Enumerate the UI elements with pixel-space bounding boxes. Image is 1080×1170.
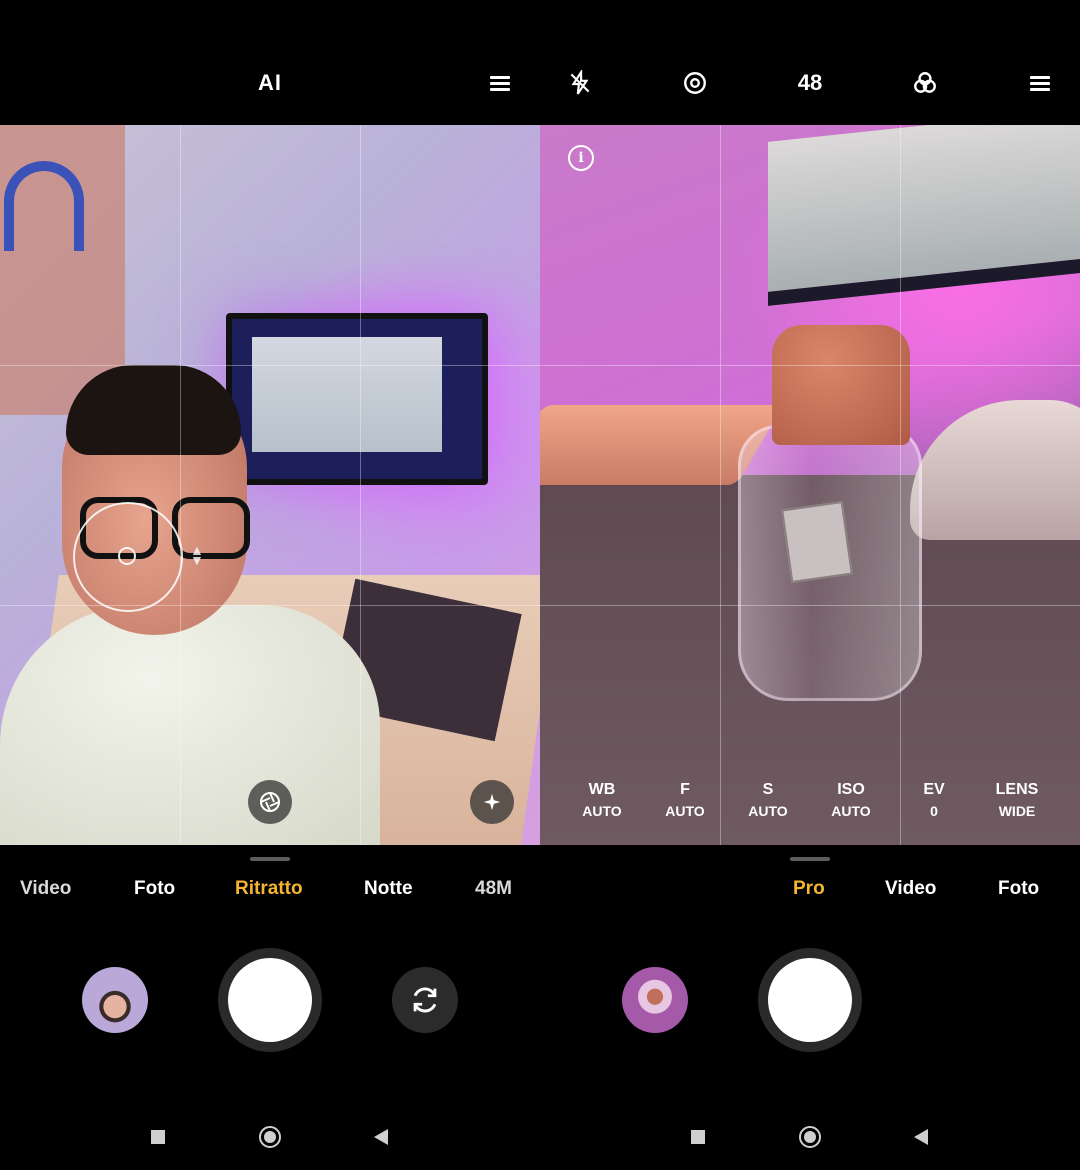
ai-toggle[interactable]: AI	[240, 62, 300, 104]
shutter-button[interactable]	[218, 948, 322, 1052]
grid-line	[0, 365, 540, 366]
drawer-handle[interactable]	[790, 857, 830, 861]
drawer-handle[interactable]	[250, 857, 290, 861]
mode-foto[interactable]: Foto	[998, 878, 1039, 900]
person-hair	[66, 365, 241, 455]
grid-line	[540, 365, 1080, 366]
gallery-thumbnail[interactable]	[82, 967, 148, 1033]
gallery-thumbnail[interactable]	[622, 967, 688, 1033]
usb-drive	[781, 501, 853, 583]
focus-target-icon[interactable]	[675, 62, 715, 104]
headphones	[4, 161, 84, 251]
grid-line	[180, 125, 181, 845]
viewfinder[interactable]: ▲ ▼	[0, 125, 540, 845]
camera-preview	[0, 125, 540, 845]
back-triangle-icon[interactable]	[366, 1122, 396, 1152]
recents-square-icon[interactable]	[683, 1122, 713, 1152]
monitor	[226, 313, 488, 485]
iso-control[interactable]: ISO AUTO	[816, 780, 886, 822]
cork	[772, 325, 910, 445]
portrait-camera-screen: AI ▲ ▼ Video Foto Ritratto Notte 48M	[0, 0, 540, 1170]
focus-point	[118, 547, 136, 565]
camera-switch-icon[interactable]	[392, 967, 458, 1033]
exposure-arrows-icon[interactable]: ▲ ▼	[190, 543, 204, 567]
mouse	[910, 400, 1080, 540]
mode-video[interactable]: Video	[885, 878, 936, 900]
exposure-control[interactable]: EV 0	[899, 780, 969, 822]
resolution-toggle[interactable]: 48	[785, 62, 835, 104]
glasses	[172, 497, 250, 559]
camera-preview	[540, 125, 1080, 845]
mode-selector: Pro Video Foto	[540, 878, 1080, 912]
menu-icon[interactable]	[1020, 62, 1060, 104]
pro-controls: WB AUTO F AUTO S AUTO ISO AUTO EV 0 LENS…	[540, 780, 1080, 840]
shutter-button[interactable]	[758, 948, 862, 1052]
grid-line	[900, 125, 901, 845]
mode-ritratto[interactable]: Ritratto	[235, 878, 303, 900]
mode-selector: Video Foto Ritratto Notte 48M	[0, 878, 540, 912]
top-bar: AI	[0, 0, 540, 125]
mode-notte[interactable]: Notte	[364, 878, 413, 900]
white-balance-control[interactable]: WB AUTO	[567, 780, 637, 822]
monitor	[768, 125, 1080, 306]
mode-video[interactable]: Video	[20, 878, 71, 900]
top-bar: 48	[540, 0, 1080, 125]
focus-control[interactable]: F AUTO	[650, 780, 720, 822]
shutter-speed-control[interactable]: S AUTO	[733, 780, 803, 822]
pro-camera-screen: 48 i WB AUTO F AUTO S AUTO ISO AUTO EV 0…	[540, 0, 1080, 1170]
grid-line	[360, 125, 361, 845]
mode-foto[interactable]: Foto	[134, 878, 175, 900]
mode-pro[interactable]: Pro	[793, 878, 825, 900]
info-icon[interactable]: i	[568, 145, 594, 171]
filters-icon[interactable]	[905, 62, 945, 104]
grid-line	[720, 125, 721, 845]
home-circle-icon[interactable]	[795, 1122, 825, 1152]
magic-sparkle-icon[interactable]	[470, 780, 514, 824]
viewfinder[interactable]: i WB AUTO F AUTO S AUTO ISO AUTO EV 0 LE…	[540, 125, 1080, 845]
grid-line	[0, 605, 540, 606]
recents-square-icon[interactable]	[143, 1122, 173, 1152]
home-circle-icon[interactable]	[255, 1122, 285, 1152]
person-shirt	[0, 605, 380, 845]
lens-control[interactable]: LENS WIDE	[982, 780, 1052, 822]
back-triangle-icon[interactable]	[906, 1122, 936, 1152]
grid-line	[540, 605, 1080, 606]
flash-off-icon[interactable]	[560, 62, 600, 104]
aperture-icon[interactable]	[248, 780, 292, 824]
mode-48m[interactable]: 48M	[475, 878, 512, 900]
menu-icon[interactable]	[480, 62, 520, 104]
